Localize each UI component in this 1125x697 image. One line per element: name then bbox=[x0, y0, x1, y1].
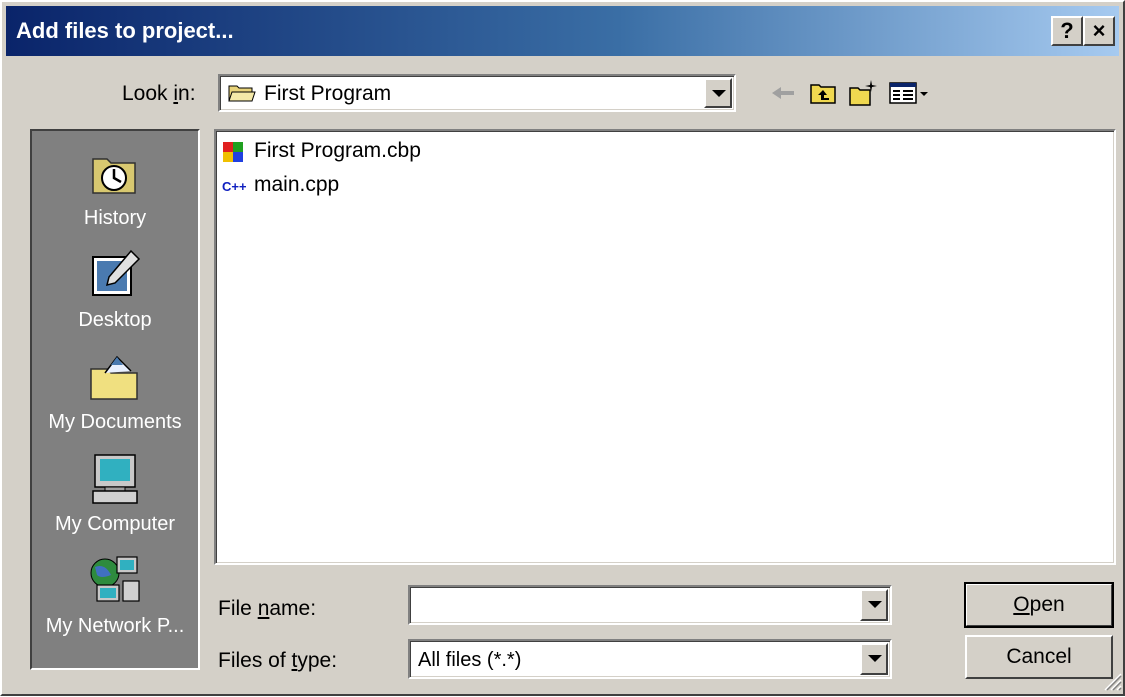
look-in-combobox[interactable]: First Program bbox=[218, 74, 736, 112]
place-my-computer[interactable]: My Computer bbox=[32, 447, 198, 547]
my-documents-icon bbox=[87, 349, 143, 405]
file-name-label: File name: bbox=[218, 597, 317, 620]
file-item[interactable]: First Program.cbp bbox=[222, 137, 482, 167]
file-type-dropdown-button[interactable] bbox=[860, 643, 888, 675]
look-in-value: First Program bbox=[264, 82, 392, 105]
place-desktop-label: Desktop bbox=[78, 309, 152, 331]
places-bar: History Desktop My Documents My Computer… bbox=[30, 129, 200, 670]
up-one-level-icon[interactable] bbox=[808, 78, 838, 108]
place-my-documents-label: My Documents bbox=[48, 411, 182, 433]
look-in-label: Look in: bbox=[122, 82, 196, 105]
history-icon bbox=[87, 145, 143, 201]
place-history-label: History bbox=[83, 207, 147, 229]
close-button[interactable]: × bbox=[1083, 16, 1115, 46]
codeblocks-project-icon bbox=[222, 141, 244, 163]
file-name-combobox[interactable] bbox=[408, 585, 892, 625]
file-type-combobox[interactable]: All files (*.*) bbox=[408, 639, 892, 679]
place-my-computer-label: My Computer bbox=[54, 513, 176, 535]
place-desktop[interactable]: Desktop bbox=[32, 243, 198, 343]
file-name-label: First Program.cbp bbox=[254, 139, 421, 162]
back-arrow-icon[interactable] bbox=[768, 78, 798, 108]
file-type-label: Files of type: bbox=[218, 649, 338, 672]
desktop-icon bbox=[87, 247, 143, 303]
my-computer-icon bbox=[87, 451, 143, 507]
place-history[interactable]: History bbox=[32, 141, 198, 241]
my-network-places-icon bbox=[87, 553, 143, 609]
open-button[interactable]: Open bbox=[964, 582, 1114, 628]
svg-text:C++: C++ bbox=[222, 179, 246, 194]
view-menu-icon[interactable] bbox=[888, 78, 932, 108]
title-bar[interactable]: Add files to project... ? × bbox=[6, 6, 1119, 56]
add-files-dialog: Add files to project... ? × Look in: Fir… bbox=[0, 0, 1125, 696]
cpp-file-icon: C++ bbox=[222, 175, 247, 197]
file-item[interactable]: C++ main.cpp bbox=[222, 171, 402, 201]
place-my-documents[interactable]: My Documents bbox=[32, 345, 198, 445]
file-list[interactable]: First Program.cbp C++ main.cpp bbox=[214, 129, 1116, 565]
place-my-network[interactable]: My Network P... bbox=[32, 549, 198, 649]
file-name-dropdown-button[interactable] bbox=[860, 589, 888, 621]
help-button[interactable]: ? bbox=[1051, 16, 1083, 46]
file-name-label: main.cpp bbox=[254, 173, 340, 196]
resize-grip[interactable] bbox=[1101, 670, 1123, 692]
file-type-value: All files (*.*) bbox=[418, 649, 522, 671]
look-in-dropdown-button[interactable] bbox=[704, 78, 732, 108]
place-my-network-label: My Network P... bbox=[45, 615, 185, 637]
new-folder-icon[interactable] bbox=[848, 78, 878, 108]
window-title: Add files to project... bbox=[16, 18, 234, 43]
cancel-button[interactable]: Cancel bbox=[965, 635, 1113, 679]
folder-open-icon bbox=[228, 82, 256, 104]
